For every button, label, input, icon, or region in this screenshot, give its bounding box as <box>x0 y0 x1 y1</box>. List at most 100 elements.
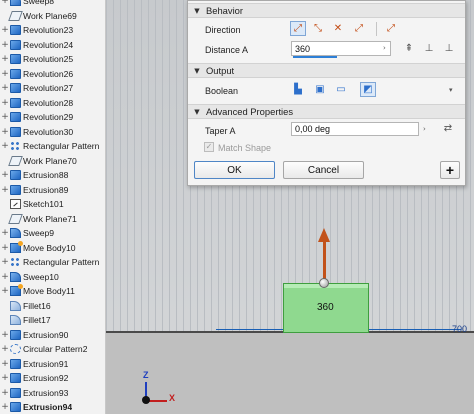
expand-plus-icon[interactable]: + <box>0 373 10 383</box>
expand-plus-icon[interactable]: + <box>0 54 10 64</box>
expand-plus-icon[interactable]: + <box>0 359 10 369</box>
browser-tree-item[interactable]: + Revolution26 <box>0 67 105 82</box>
boolean-label: Boolean <box>205 86 239 96</box>
solid-feature-icon <box>10 387 21 398</box>
expand-plus-icon[interactable]: + <box>0 127 10 137</box>
solid-feature-icon <box>10 358 21 369</box>
cancel-button[interactable]: Cancel <box>283 161 364 179</box>
sweep-icon <box>10 271 21 282</box>
advanced-section-header[interactable]: ▼ Advanced Properties <box>188 104 465 119</box>
cut-icon: ▣ <box>315 84 325 95</box>
taper-input[interactable] <box>291 122 419 136</box>
drag-handle-ball[interactable] <box>319 278 329 288</box>
toolbar-separator <box>376 22 377 36</box>
browser-tree-item[interactable]: + Move Body10 <box>0 240 105 256</box>
expand-plus-icon[interactable]: + <box>0 170 10 180</box>
output-section-title: Output <box>206 65 235 76</box>
expand-plus-icon[interactable]: + <box>0 112 10 122</box>
extrude-direction-arrow-shaft[interactable] <box>323 240 326 282</box>
browser-tree-item[interactable]: + Revolution23 <box>0 23 105 38</box>
solid-feature-icon <box>10 329 21 340</box>
behavior-section-header[interactable]: ▼ Behavior <box>188 3 465 18</box>
direction-flipped-button[interactable]: ⤡ <box>310 21 326 36</box>
taper-dropdown-icon[interactable]: › <box>423 125 426 133</box>
match-shape-checkbox[interactable]: ✓ <box>204 142 214 152</box>
browser-tree-item[interactable]: + Extrusion89 <box>0 183 105 198</box>
dimension-value-label: 700 <box>452 324 468 334</box>
expand-plus-icon[interactable]: + <box>0 388 10 398</box>
browser-tree-item[interactable]: + Extrusion92 <box>0 371 105 386</box>
browser-tree-item[interactable]: + Extrusion90 <box>0 328 105 343</box>
browser-tree-item[interactable]: + Revolution29 <box>0 110 105 125</box>
direction-symmetric-button[interactable]: ✕ <box>330 21 346 36</box>
distance-from-button[interactable]: ⊥ <box>421 41 437 56</box>
browser-tree-item[interactable]: + Sweep10 <box>0 270 105 285</box>
expand-plus-icon[interactable]: + <box>0 185 10 195</box>
boolean-new-solid-button[interactable]: ◩ <box>360 82 376 97</box>
direction-default-icon: ⤢ <box>294 23 302 34</box>
browser-tree-item[interactable]: + Extrusion93 <box>0 386 105 401</box>
extrude-direction-arrow-icon[interactable] <box>318 228 330 242</box>
browser-tree-item[interactable]: Work Plane70 <box>0 154 105 169</box>
expand-plus-icon[interactable]: + <box>0 25 10 35</box>
solid-feature-icon <box>10 68 21 79</box>
distance-dropdown-icon[interactable]: › <box>383 44 386 52</box>
expand-plus-icon[interactable]: + <box>0 69 10 79</box>
direction-asymmetric-button[interactable]: ⤢ <box>351 21 367 36</box>
browser-tree-item-label: Work Plane71 <box>23 213 77 224</box>
browser-tree-item[interactable]: + Sweep8 <box>0 0 105 9</box>
expand-plus-icon[interactable]: + <box>0 83 10 93</box>
direction-default-button[interactable]: ⤢ <box>290 21 306 36</box>
browser-tree-item[interactable]: + Circular Pattern2 <box>0 342 105 357</box>
expand-plus-icon[interactable]: + <box>0 98 10 108</box>
work-plane-icon <box>8 155 23 166</box>
browser-tree-item[interactable]: + Extrusion94 <box>0 400 105 414</box>
browser-tree-item[interactable]: + Move Body11 <box>0 284 105 299</box>
direction-custom-icon: ⤢ <box>387 23 395 34</box>
browser-tree-item[interactable]: Sketch101 <box>0 197 105 212</box>
expand-plus-icon[interactable]: + <box>0 286 10 296</box>
browser-tree-item-label: Fillet17 <box>23 315 51 326</box>
expand-plus-icon[interactable]: + <box>0 228 10 238</box>
apply-plus-button[interactable]: + <box>440 161 460 179</box>
expand-plus-icon[interactable]: + <box>0 243 10 253</box>
browser-tree-item[interactable]: Fillet17 <box>0 313 105 328</box>
browser-tree-item[interactable]: + Sweep9 <box>0 226 105 241</box>
browser-tree-item[interactable]: + Revolution30 <box>0 125 105 140</box>
expand-plus-icon[interactable]: + <box>0 272 10 282</box>
boolean-cut-button[interactable]: ▣ <box>312 82 328 97</box>
expand-plus-icon[interactable]: + <box>0 330 10 340</box>
browser-tree-item[interactable]: Work Plane71 <box>0 212 105 227</box>
taper-flip-button[interactable]: ⇄ <box>440 121 456 136</box>
distance-input[interactable] <box>291 41 391 56</box>
browser-tree-item[interactable]: Fillet16 <box>0 299 105 314</box>
expand-plus-icon[interactable]: + <box>0 0 10 6</box>
browser-tree-item[interactable]: + Revolution25 <box>0 52 105 67</box>
direction-custom-button[interactable]: ⤢ <box>383 21 399 36</box>
browser-tree-item[interactable]: + Rectangular Pattern <box>0 139 105 154</box>
browser-tree-item[interactable]: Work Plane69 <box>0 9 105 24</box>
browser-tree-item-label: Revolution27 <box>23 83 74 94</box>
browser-tree-item[interactable]: + Extrusion88 <box>0 168 105 183</box>
expand-plus-icon[interactable]: + <box>0 344 10 354</box>
boolean-intersect-button[interactable]: ▭ <box>333 82 349 97</box>
distance-to-button[interactable]: ⇞ <box>401 41 417 56</box>
browser-tree-item[interactable]: + Rectangular Pattern <box>0 255 105 270</box>
browser-tree-item[interactable]: + Extrusion91 <box>0 357 105 372</box>
expand-plus-icon[interactable]: + <box>0 141 10 151</box>
through-all-button[interactable]: ⊥ <box>441 41 457 56</box>
browser-tree-item[interactable]: + Revolution27 <box>0 81 105 96</box>
expand-plus-icon[interactable]: + <box>0 402 10 412</box>
boolean-join-button[interactable]: ▙ <box>290 82 306 97</box>
boolean-dropdown-icon[interactable]: ▾ <box>449 86 453 94</box>
output-section-header[interactable]: ▼ Output <box>188 63 465 78</box>
browser-tree-item[interactable]: + Revolution24 <box>0 38 105 53</box>
browser-tree-item-label: Sweep9 <box>23 228 55 239</box>
collapse-triangle-icon: ▼ <box>194 107 200 116</box>
ok-button[interactable]: OK <box>194 161 275 179</box>
triad-origin <box>142 396 150 404</box>
expand-plus-icon[interactable]: + <box>0 257 10 267</box>
browser-tree-item[interactable]: + Revolution28 <box>0 96 105 111</box>
fillet-icon <box>10 315 21 326</box>
expand-plus-icon[interactable]: + <box>0 40 10 50</box>
